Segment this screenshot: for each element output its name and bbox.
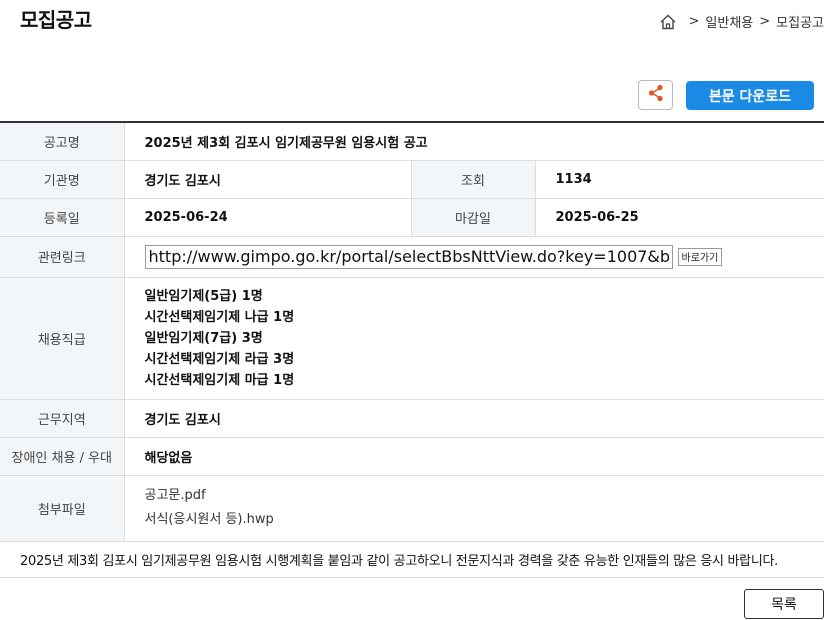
- table-row: 관련링크 바로가기: [0, 236, 824, 278]
- value-disability: 해당없음: [124, 437, 824, 476]
- table-row: 채용직급 일반임기제(5급) 1명 시간선택제임기제 나급 1명 일반임기제(7…: [0, 277, 824, 400]
- notice-body: 2025년 제3회 김포시 임기제공무원 임용시험 시행계획을 붙임과 같이 공…: [20, 554, 778, 569]
- position-item: 일반임기제(7급) 3명: [144, 330, 263, 346]
- value-attachments: 공고문.pdf 서식(응시원서 등).hwp: [124, 475, 824, 542]
- value-location: 경기도 김포시: [124, 399, 824, 438]
- breadcrumb-separator: >: [688, 14, 700, 29]
- position-item: 시간선택제임기제 나급 1명: [144, 309, 295, 325]
- label-org: 기관명: [0, 160, 125, 199]
- position-item: 시간선택제임기제 마급 1명: [144, 372, 295, 388]
- value-link: 바로가기: [124, 236, 824, 278]
- share-button[interactable]: [638, 80, 673, 110]
- table-row: 공고명 2025년 제3회 김포시 임기제공무원 임용시험 공고: [0, 122, 824, 161]
- value-views: 1134: [535, 160, 824, 199]
- attachment-link[interactable]: 공고문.pdf: [145, 484, 824, 508]
- value-positions: 일반임기제(5급) 1명 시간선택제임기제 나급 1명 일반임기제(7급) 3명…: [124, 277, 824, 400]
- notice-info-table: 공고명 2025년 제3회 김포시 임기제공무원 임용시험 공고 기관명 경기도…: [0, 121, 824, 542]
- table-row: 근무지역 경기도 김포시: [0, 399, 824, 438]
- download-button[interactable]: 본문 다운로드: [686, 81, 814, 110]
- home-icon[interactable]: [659, 13, 677, 31]
- label-title: 공고명: [0, 122, 125, 161]
- value-title: 2025년 제3회 김포시 임기제공무원 임용시험 공고: [124, 122, 824, 161]
- link-box: 바로가기: [144, 244, 723, 269]
- table-row: 기관명 경기도 김포시 조회 1134: [0, 160, 824, 199]
- label-attachments: 첨부파일: [0, 475, 125, 542]
- label-positions: 채용직급: [0, 277, 125, 400]
- label-location: 근무지역: [0, 399, 125, 438]
- label-views: 조회: [410, 160, 536, 199]
- value-deadline: 2025-06-25: [535, 198, 824, 237]
- share-icon: [647, 83, 665, 107]
- breadcrumb-separator: >: [759, 14, 771, 29]
- breadcrumb-item-current[interactable]: 모집공고: [776, 12, 824, 31]
- page-title: 모집공고: [20, 8, 92, 32]
- divider: [0, 577, 824, 578]
- position-item: 일반임기제(5급) 1명: [144, 288, 263, 304]
- value-org: 경기도 김포시: [124, 160, 412, 199]
- label-deadline: 마감일: [410, 198, 536, 237]
- position-item: 시간선택제임기제 라급 3명: [144, 351, 295, 367]
- breadcrumb: > 일반채용 > 모집공고: [659, 12, 824, 31]
- related-link-input[interactable]: [144, 244, 673, 269]
- attachment-link[interactable]: 서식(응시원서 등).hwp: [145, 508, 824, 532]
- go-link-button[interactable]: 바로가기: [677, 247, 723, 266]
- value-registered: 2025-06-24: [124, 198, 412, 237]
- label-link: 관련링크: [0, 236, 125, 278]
- list-button[interactable]: 목록: [744, 589, 824, 619]
- label-disability: 장애인 채용 / 우대: [0, 437, 125, 476]
- label-registered: 등록일: [0, 198, 125, 237]
- table-row: 등록일 2025-06-24 마감일 2025-06-25: [0, 198, 824, 237]
- table-row: 장애인 채용 / 우대 해당없음: [0, 437, 824, 476]
- breadcrumb-item-general[interactable]: 일반채용: [705, 12, 753, 31]
- table-row: 첨부파일 공고문.pdf 서식(응시원서 등).hwp: [0, 475, 824, 542]
